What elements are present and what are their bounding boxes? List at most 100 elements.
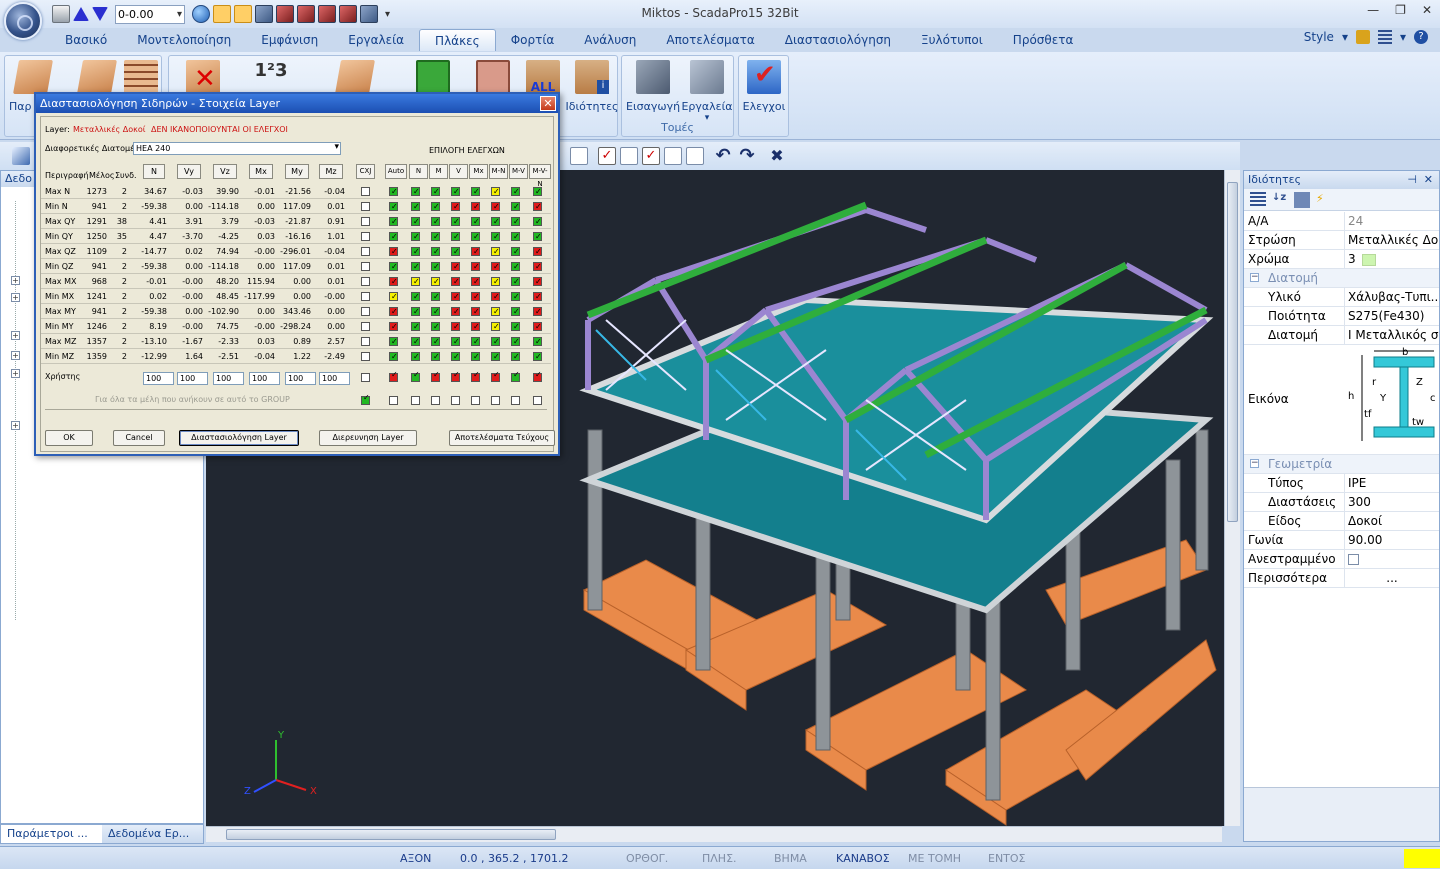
check-status-checkbox[interactable]	[451, 349, 460, 364]
check-status-checkbox[interactable]	[451, 274, 460, 289]
tab-xylotypoi[interactable]: Ξυλότυποι	[906, 29, 998, 51]
check-status-checkbox[interactable]	[389, 244, 398, 259]
sort-my-button[interactable]: My	[285, 164, 309, 179]
table-row[interactable]: Max QZ 1109 2 -14.77 0.02 74.94 -0.00 -296.01 -0…	[41, 244, 551, 259]
check-mn-header[interactable]: M-N	[489, 164, 508, 179]
tab-ergaleia[interactable]: Εργαλεία	[333, 29, 419, 51]
check-status-checkbox[interactable]	[533, 199, 542, 214]
user-mz-input[interactable]: 100	[319, 372, 350, 385]
check-mvn-header[interactable]: M-V-N	[529, 164, 551, 188]
table-row[interactable]: Min MZ 1359 2 -12.99 1.64 -2.51 -0.04 1.22 -2.49	[41, 349, 551, 364]
categorized-icon[interactable]	[1250, 192, 1266, 208]
user-check-checkbox[interactable]	[389, 370, 398, 382]
check-status-checkbox[interactable]	[389, 289, 398, 304]
user-cxj-checkbox[interactable]	[361, 373, 370, 382]
check-status-checkbox[interactable]	[451, 259, 460, 274]
table-row[interactable]: Min MY 1246 2 8.19 -0.00 74.75 -0.00 -298.24 0.0…	[41, 319, 551, 334]
cxj-checkbox[interactable]	[361, 277, 370, 286]
check-status-checkbox[interactable]	[451, 244, 460, 259]
group-check-checkbox[interactable]	[431, 396, 440, 405]
check-status-checkbox[interactable]	[533, 274, 542, 289]
check-status-checkbox[interactable]	[431, 334, 440, 349]
group-check-checkbox[interactable]	[533, 396, 542, 405]
check-status-checkbox[interactable]	[471, 274, 480, 289]
check-status-checkbox[interactable]	[471, 349, 480, 364]
events-icon[interactable]: ⚡	[1316, 192, 1332, 208]
user-check-checkbox[interactable]	[471, 370, 480, 382]
check-status-checkbox[interactable]	[471, 304, 480, 319]
check-status-checkbox[interactable]	[533, 334, 542, 349]
user-check-checkbox[interactable]	[533, 370, 542, 382]
check-status-checkbox[interactable]	[491, 304, 500, 319]
check-status-checkbox[interactable]	[471, 184, 480, 199]
check-status-checkbox[interactable]	[411, 199, 420, 214]
table-row[interactable]: Min MX 1241 2 0.02 -0.00 48.45 -117.99 0.00 -0.0…	[41, 289, 551, 304]
viewport-vertical-scrollbar[interactable]	[1224, 170, 1240, 826]
check-status-checkbox[interactable]	[471, 289, 480, 304]
check-status-checkbox[interactable]	[431, 289, 440, 304]
more-button[interactable]: ...	[1344, 569, 1439, 588]
check-mv-header[interactable]: M-V	[509, 164, 528, 179]
check-status-checkbox[interactable]	[533, 349, 542, 364]
status-plis[interactable]: ΠΛΗΣ.	[702, 852, 737, 865]
check-status-checkbox[interactable]	[389, 334, 398, 349]
check-status-checkbox[interactable]	[431, 319, 440, 334]
check-mx-header[interactable]: Mx	[469, 164, 488, 179]
check-status-checkbox[interactable]	[411, 289, 420, 304]
table-icon[interactable]	[686, 147, 704, 165]
status-entos[interactable]: ΕΝΤΟΣ	[988, 852, 1026, 865]
check-status-checkbox[interactable]	[451, 289, 460, 304]
tab-analysi[interactable]: Ανάλυση	[569, 29, 651, 51]
close-icon[interactable]: ✕	[1424, 171, 1433, 189]
check-status-checkbox[interactable]	[431, 274, 440, 289]
check-status-checkbox[interactable]	[471, 214, 480, 229]
cxj-checkbox[interactable]	[361, 337, 370, 346]
explore-layer-button[interactable]: Διερευνηση Layer	[319, 430, 417, 446]
prop-row-poiotita[interactable]: Ποιότητα S275(Fe430)	[1244, 307, 1439, 326]
check-status-checkbox[interactable]	[511, 334, 520, 349]
check-status-checkbox[interactable]	[471, 229, 480, 244]
check-status-checkbox[interactable]	[533, 244, 542, 259]
tab-fortia[interactable]: Φορτία	[496, 29, 570, 51]
check-status-checkbox[interactable]	[389, 259, 398, 274]
check-status-checkbox[interactable]	[511, 244, 520, 259]
application-menu-button[interactable]	[4, 2, 42, 40]
section-combo[interactable]: HEA 240	[133, 142, 341, 155]
prop-row-gonia[interactable]: Γωνία 90.00	[1244, 531, 1439, 550]
cxj-checkbox[interactable]	[361, 307, 370, 316]
delete-slab-button[interactable]	[183, 60, 223, 94]
check-status-checkbox[interactable]	[411, 259, 420, 274]
sort-n-button[interactable]: N	[143, 164, 165, 179]
check-status-checkbox[interactable]	[389, 184, 398, 199]
check-tool-icon[interactable]: ✓	[598, 147, 616, 165]
check-status-checkbox[interactable]	[411, 214, 420, 229]
table-row[interactable]: Max MZ 1357 2 -13.10 -1.67 -2.33 0.03 0.89 2.57	[41, 334, 551, 349]
check-status-checkbox[interactable]	[491, 199, 500, 214]
status-kanavos[interactable]: ΚΑΝΑΒΟΣ	[836, 852, 890, 865]
check-status-checkbox[interactable]	[533, 304, 542, 319]
slab-grid-button[interactable]	[123, 60, 159, 94]
check-m-header[interactable]: M	[429, 164, 448, 179]
check-status-checkbox[interactable]	[471, 259, 480, 274]
check-status-checkbox[interactable]	[389, 319, 398, 334]
vertical-scroll-thumb[interactable]	[1227, 182, 1238, 522]
check-status-checkbox[interactable]	[533, 214, 542, 229]
check-status-checkbox[interactable]	[533, 259, 542, 274]
cxj-checkbox[interactable]	[361, 232, 370, 241]
status-orthog[interactable]: ΟΡΘΟΓ.	[626, 852, 668, 865]
check-status-checkbox[interactable]	[491, 259, 500, 274]
prop-category-geometria[interactable]: − Γεωμετρία	[1244, 455, 1439, 474]
user-n-input[interactable]: 100	[143, 372, 174, 385]
check-status-checkbox[interactable]	[491, 229, 500, 244]
viewport-horizontal-scrollbar[interactable]	[206, 826, 1222, 842]
check-status-checkbox[interactable]	[451, 184, 460, 199]
check-status-checkbox[interactable]	[389, 304, 398, 319]
prop-row-typos[interactable]: Τύπος IPE	[1244, 474, 1439, 493]
status-me-tomi[interactable]: ΜΕ ΤΟΜΗ	[908, 852, 961, 865]
check-status-checkbox[interactable]	[451, 214, 460, 229]
check-status-checkbox[interactable]	[491, 319, 500, 334]
check-status-checkbox[interactable]	[389, 214, 398, 229]
cxj-header[interactable]: CXJ	[356, 164, 375, 179]
check-status-checkbox[interactable]	[471, 199, 480, 214]
check-status-checkbox[interactable]	[411, 304, 420, 319]
